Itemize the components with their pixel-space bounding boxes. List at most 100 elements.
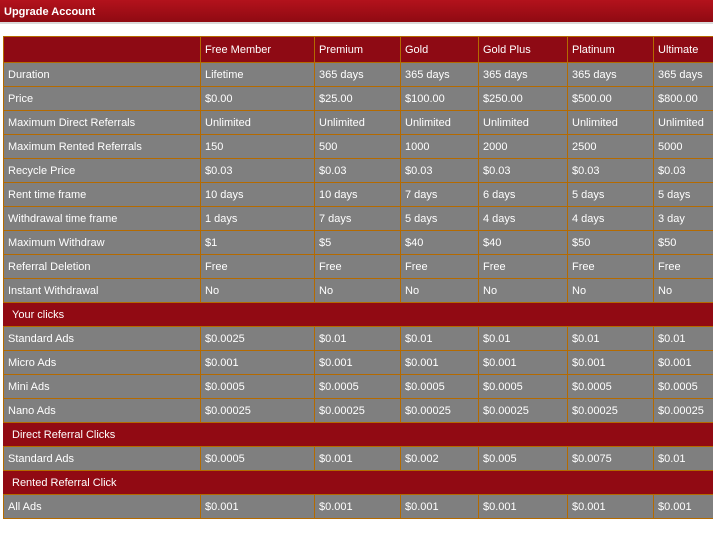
table-body: Duration Lifetime 365 days 365 days 365 days… bbox=[3, 62, 713, 519]
table-cell: Lifetime bbox=[200, 62, 315, 87]
table-cell: $0.001 bbox=[567, 350, 654, 375]
section-header-row: Rented Referral Click bbox=[3, 470, 713, 495]
table-cell: 4 days bbox=[478, 206, 568, 231]
column-header-plan: Platinum bbox=[567, 36, 654, 63]
table-cell: Free bbox=[653, 254, 713, 279]
table-cell: $0.01 bbox=[653, 326, 713, 351]
table-cell: 7 days bbox=[314, 206, 401, 231]
table-cell: 2500 bbox=[567, 134, 654, 159]
table-cell: $0.005 bbox=[478, 446, 568, 471]
table-cell: Free bbox=[400, 254, 479, 279]
table-cell: No bbox=[653, 278, 713, 303]
table-cell: $0.00025 bbox=[567, 398, 654, 423]
table-cell: $0.001 bbox=[200, 350, 315, 375]
table-cell: 5 days bbox=[567, 182, 654, 207]
column-header-plan: Free Member bbox=[200, 36, 315, 63]
table-cell: $100.00 bbox=[400, 86, 479, 111]
table-cell: $50 bbox=[567, 230, 654, 255]
table-cell: No bbox=[567, 278, 654, 303]
table-row: Standard Ads $0.0025 $0.01 $0.01 $0.01 $0.01 $… bbox=[3, 326, 713, 351]
table-cell: $0.03 bbox=[314, 158, 401, 183]
table-cell: No bbox=[400, 278, 479, 303]
row-label: Referral Deletion bbox=[3, 254, 201, 279]
table-cell: Unlimited bbox=[400, 110, 479, 135]
table-cell: $0.0005 bbox=[567, 374, 654, 399]
table-row: Micro Ads $0.001 $0.001 $0.001 $0.001 $0.001 $… bbox=[3, 350, 713, 375]
table-cell: $0.0005 bbox=[314, 374, 401, 399]
table-cell: $0.0005 bbox=[478, 374, 568, 399]
table-cell: $0.01 bbox=[478, 326, 568, 351]
table-cell: Free bbox=[478, 254, 568, 279]
table-cell: $0.01 bbox=[653, 446, 713, 471]
table-cell: $800.00 bbox=[653, 86, 713, 111]
table-cell: $0.03 bbox=[567, 158, 654, 183]
table-cell: $25.00 bbox=[314, 86, 401, 111]
table-cell: 2000 bbox=[478, 134, 568, 159]
table-row: Withdrawal time frame 1 days 7 days 5 days 4… bbox=[3, 206, 713, 231]
table-cell: Free bbox=[314, 254, 401, 279]
table-cell: $250.00 bbox=[478, 86, 568, 111]
table-cell: $1 bbox=[200, 230, 315, 255]
table-cell: $0.001 bbox=[478, 494, 568, 519]
table-cell: $0.001 bbox=[567, 494, 654, 519]
table-cell: 500 bbox=[314, 134, 401, 159]
row-label: Withdrawal time frame bbox=[3, 206, 201, 231]
table-header-row: Free Member Premium Gold Gold Plus Platinum U… bbox=[3, 36, 713, 63]
table-cell: 365 days bbox=[400, 62, 479, 87]
table-cell: $0.0075 bbox=[567, 446, 654, 471]
table-cell: $0.001 bbox=[400, 494, 479, 519]
table-cell: $0.001 bbox=[314, 494, 401, 519]
membership-comparison-table: Free Member Premium Gold Gold Plus Platinum U… bbox=[3, 36, 713, 519]
row-label: Nano Ads bbox=[3, 398, 201, 423]
row-label: Standard Ads bbox=[3, 326, 201, 351]
table-row: Standard Ads $0.0005 $0.001 $0.002 $0.005 $0.… bbox=[3, 446, 713, 471]
table-cell: $0.0005 bbox=[653, 374, 713, 399]
table-cell: 6 days bbox=[478, 182, 568, 207]
table-cell: $0.01 bbox=[567, 326, 654, 351]
table-cell: $0.00025 bbox=[653, 398, 713, 423]
table-cell: 365 days bbox=[653, 62, 713, 87]
table-cell: $500.00 bbox=[567, 86, 654, 111]
table-cell: $0.001 bbox=[653, 350, 713, 375]
table-cell: 365 days bbox=[478, 62, 568, 87]
section-title: Your clicks bbox=[3, 302, 713, 327]
table-cell: $40 bbox=[400, 230, 479, 255]
table-cell: No bbox=[200, 278, 315, 303]
table-cell: Unlimited bbox=[314, 110, 401, 135]
table-cell: $0.03 bbox=[400, 158, 479, 183]
table-cell: 1000 bbox=[400, 134, 479, 159]
section-title: Direct Referral Clicks bbox=[3, 422, 713, 447]
column-header-plan: Gold bbox=[400, 36, 479, 63]
column-header-label bbox=[3, 36, 201, 63]
table-row: Rent time frame 10 days 10 days 7 days 6 day… bbox=[3, 182, 713, 207]
table-cell: $0.03 bbox=[478, 158, 568, 183]
table-cell: $0.0005 bbox=[200, 446, 315, 471]
row-label: Rent time frame bbox=[3, 182, 201, 207]
row-label: Micro Ads bbox=[3, 350, 201, 375]
table-cell: $0.0025 bbox=[200, 326, 315, 351]
row-label: Mini Ads bbox=[3, 374, 201, 399]
table-cell: $0.001 bbox=[314, 350, 401, 375]
spacer bbox=[0, 24, 713, 36]
table-cell: $0.001 bbox=[478, 350, 568, 375]
table-row: Price $0.00 $25.00 $100.00 $250.00 $500.00 $80… bbox=[3, 86, 713, 111]
table-cell: $0.001 bbox=[200, 494, 315, 519]
row-label: Maximum Withdraw bbox=[3, 230, 201, 255]
table-row: Nano Ads $0.00025 $0.00025 $0.00025 $0.00025… bbox=[3, 398, 713, 423]
table-cell: $0.0005 bbox=[400, 374, 479, 399]
page-title: Upgrade Account bbox=[4, 6, 96, 18]
table-row: Maximum Rented Referrals 150 500 1000 2000 25… bbox=[3, 134, 713, 159]
table-cell: $0.002 bbox=[400, 446, 479, 471]
table-cell: 7 days bbox=[400, 182, 479, 207]
table-cell: 5 days bbox=[400, 206, 479, 231]
table-cell: $0.00025 bbox=[478, 398, 568, 423]
table-row: Recycle Price $0.03 $0.03 $0.03 $0.03 $0.03 $0… bbox=[3, 158, 713, 183]
table-cell: 150 bbox=[200, 134, 315, 159]
table-row: Mini Ads $0.0005 $0.0005 $0.0005 $0.0005 $0.0… bbox=[3, 374, 713, 399]
table-cell: $0.03 bbox=[200, 158, 315, 183]
table-cell: Free bbox=[200, 254, 315, 279]
table-cell: $0.01 bbox=[314, 326, 401, 351]
row-label: Price bbox=[3, 86, 201, 111]
table-cell: $0.03 bbox=[653, 158, 713, 183]
section-header-row: Direct Referral Clicks bbox=[3, 422, 713, 447]
